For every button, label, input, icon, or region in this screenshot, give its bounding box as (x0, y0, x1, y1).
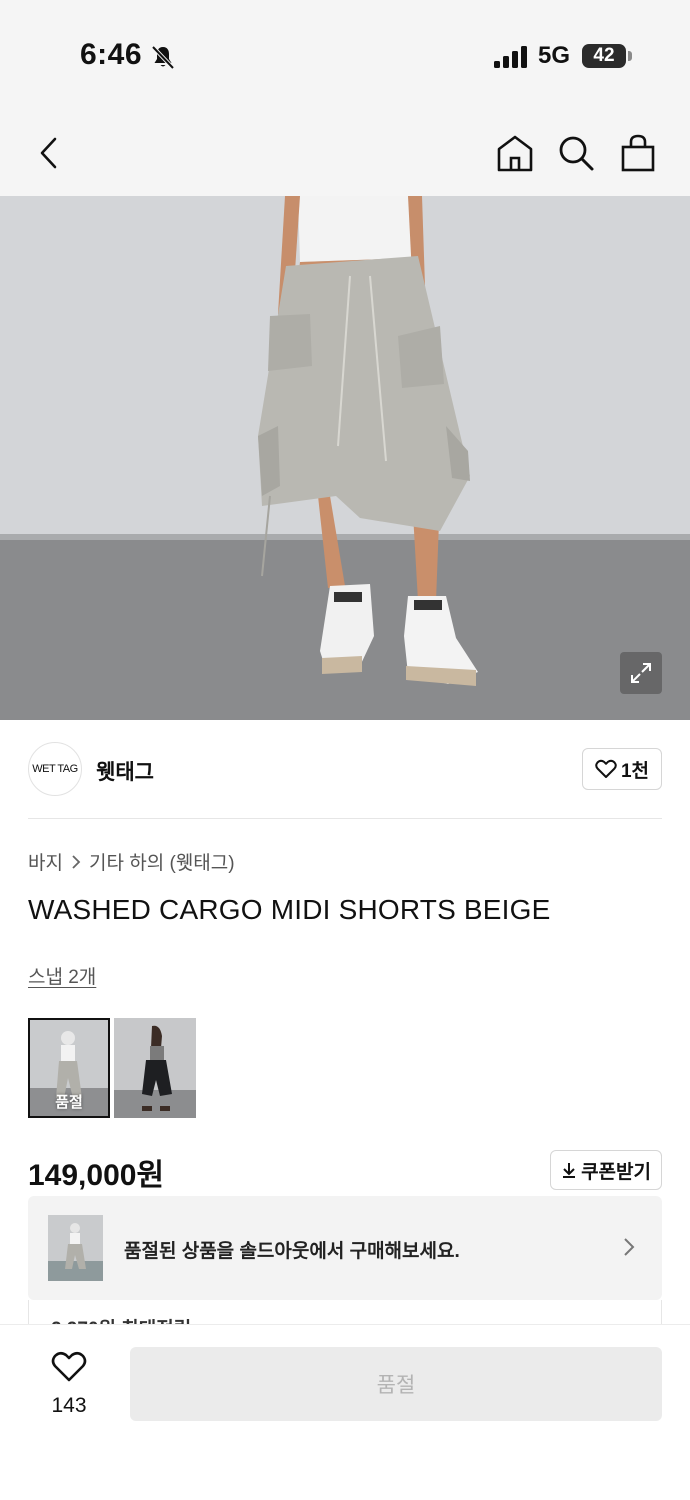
banner-thumbnail (48, 1215, 103, 1281)
snap-link[interactable]: 스냅 2개 (28, 962, 96, 989)
banner-thumbnail-photo (48, 1215, 103, 1281)
chevron-right-icon (624, 1238, 635, 1256)
home-icon (497, 135, 533, 172)
status-time: 6:46 (80, 38, 143, 71)
coupon-label: 쿠폰받기 (581, 1161, 651, 1183)
search-icon (559, 136, 594, 171)
chevron-left-icon (40, 137, 57, 169)
signal-icon (494, 46, 527, 68)
heart-icon (51, 1351, 87, 1382)
brand-logo-text: WET TAG (32, 763, 78, 775)
soldout-banner-text: 품절된 상품을 솔드아웃에서 구매해보세요. (124, 1241, 460, 1262)
shopping-bag-icon (621, 134, 655, 172)
product-price: 149,000원 (28, 1159, 165, 1192)
home-button[interactable] (492, 130, 538, 176)
cart-button[interactable] (615, 130, 661, 176)
brand-logo[interactable]: WET TAG (28, 742, 82, 796)
expand-image-button[interactable] (620, 652, 662, 694)
nav-bar (0, 110, 690, 196)
expand-icon (631, 663, 651, 683)
bottom-action-bar: 143 품절 (0, 1324, 690, 1500)
breadcrumb-item[interactable]: 기타 하의 (웻태그) (89, 848, 235, 875)
download-icon (563, 1163, 576, 1178)
chevron-right-icon (72, 854, 81, 869)
search-button[interactable] (553, 130, 599, 176)
back-button[interactable] (26, 130, 72, 176)
breadcrumb-item[interactable]: 바지 (28, 848, 63, 875)
color-variant-thumbnails: 품절 (28, 1018, 196, 1118)
thumbnail-photo (114, 1018, 196, 1118)
variant-thumbnail[interactable]: 품절 (28, 1018, 110, 1118)
brand-like-count: 1천 (620, 760, 649, 782)
network-type: 5G (538, 42, 571, 69)
heart-icon (595, 759, 617, 778)
brand-row: WET TAG 웻태그 1천 (28, 740, 662, 800)
breadcrumb: 바지 기타 하의 (웻태그) (28, 848, 235, 875)
bell-slash-icon (151, 45, 175, 70)
battery-level: 42 (593, 45, 615, 66)
purchase-button-disabled[interactable]: 품절 (130, 1347, 662, 1421)
coupon-button[interactable]: 쿠폰받기 (550, 1150, 662, 1190)
thumbnail-soldout-label: 품절 (55, 1094, 83, 1111)
battery-icon: 42 (582, 44, 626, 68)
battery-nub (628, 51, 632, 61)
product-hero-image[interactable] (0, 196, 690, 720)
product-title: WASHED CARGO MIDI SHORTS BEIGE (28, 894, 551, 925)
wishlist-count: 143 (51, 1394, 87, 1417)
wishlist-button[interactable]: 143 (40, 1351, 98, 1418)
divider (28, 818, 662, 819)
soldout-resale-banner[interactable]: 품절된 상품을 솔드아웃에서 구매해보세요. (28, 1196, 662, 1300)
purchase-button-label: 품절 (376, 1374, 416, 1397)
product-photo (0, 196, 690, 720)
variant-thumbnail[interactable] (114, 1018, 196, 1118)
status-bar: 6:46 5G 42 (0, 0, 690, 110)
brand-name[interactable]: 웻태그 (96, 756, 154, 786)
brand-like-button[interactable]: 1천 (581, 748, 662, 790)
